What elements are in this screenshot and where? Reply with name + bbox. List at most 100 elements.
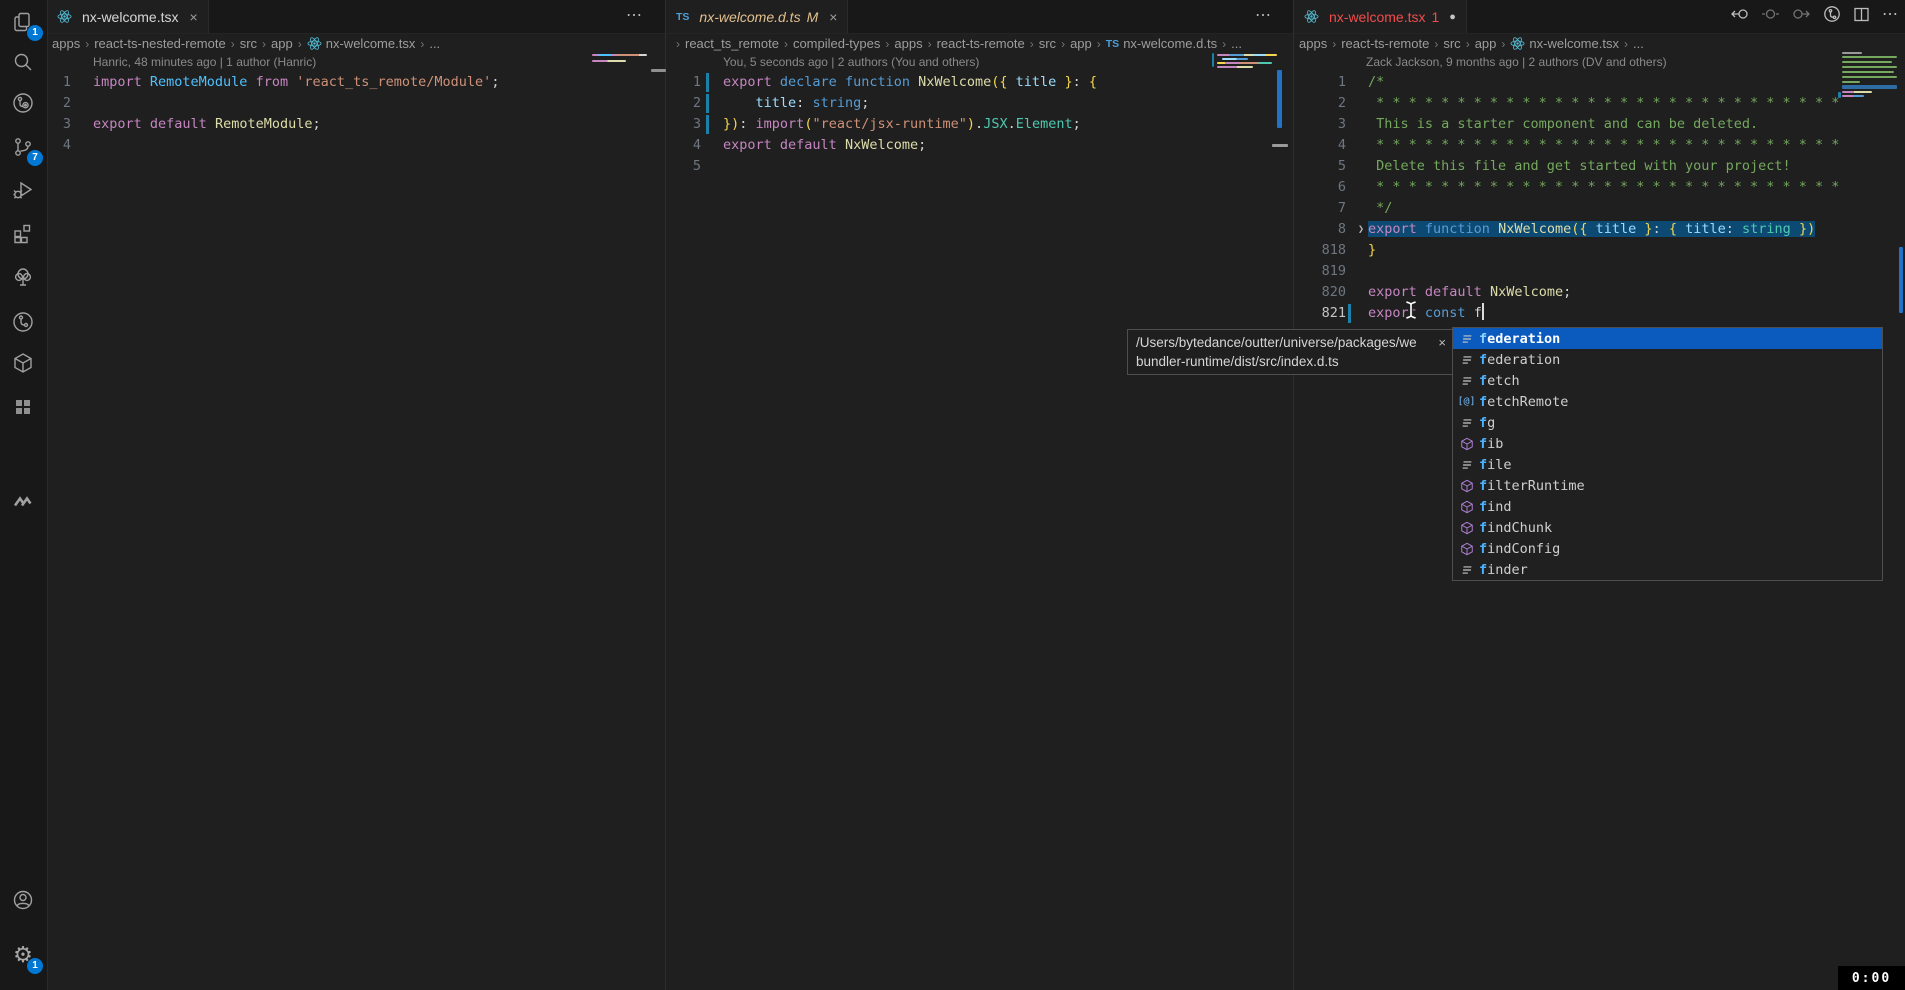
code-line[interactable]: 7 */ <box>1294 198 1905 219</box>
code-editor-1[interactable]: 1import RemoteModule from 'react_ts_remo… <box>47 72 665 156</box>
fold-gutter <box>1354 72 1368 93</box>
suggestion-item[interactable]: findConfig <box>1453 538 1882 559</box>
git-blame-codelens[interactable]: Hanric, 48 minutes ago | 1 author (Hanri… <box>47 53 665 72</box>
split-editor-icon[interactable] <box>1853 6 1870 23</box>
breadcrumb-item[interactable]: nx-welcome.tsx <box>1529 36 1619 51</box>
breadcrumb-item[interactable]: react-ts-nested-remote <box>94 36 226 51</box>
code-line[interactable]: 3 This is a starter component and can be… <box>1294 114 1905 135</box>
code-line[interactable]: 821export const f <box>1294 303 1905 324</box>
code-line[interactable]: 5 <box>666 156 1294 177</box>
code-line[interactable]: 8❯export function NxWelcome({ title }: {… <box>1294 219 1905 240</box>
suggestion-item[interactable]: filterRuntime <box>1453 475 1882 496</box>
tab-nx-welcome-tsx[interactable]: nx-welcome.tsx 1 ● <box>1294 0 1467 33</box>
breadcrumb-item[interactable]: react-ts-remote <box>1341 36 1429 51</box>
previous-change-icon[interactable] <box>1730 6 1749 22</box>
code-line[interactable]: 4 * * * * * * * * * * * * * * * * * * * … <box>1294 135 1905 156</box>
commit-graph-icon[interactable] <box>1823 5 1841 23</box>
source-control-icon[interactable]: 7 <box>0 125 46 169</box>
suggestion-item[interactable]: fetch <box>1453 370 1882 391</box>
dirty-dot-icon[interactable]: ● <box>1449 11 1456 23</box>
close-icon[interactable]: × <box>1438 333 1446 352</box>
react-icon <box>1304 9 1319 24</box>
tree-extension-icon[interactable] <box>0 255 46 299</box>
minimap-pane3[interactable] <box>1842 52 1862 54</box>
code-line[interactable]: 1import RemoteModule from 'react_ts_remo… <box>47 72 665 93</box>
suggestion-item[interactable]: federation <box>1453 328 1882 349</box>
code-line[interactable]: 4 <box>47 135 665 156</box>
suggestion-item[interactable]: find <box>1453 496 1882 517</box>
suggestion-item[interactable]: federation <box>1453 349 1882 370</box>
breadcrumb-item[interactable]: app <box>1475 36 1497 51</box>
gutter <box>1346 303 1354 324</box>
extensions-icon[interactable] <box>0 211 46 255</box>
tab-nx-welcome-dts[interactable]: TS nx-welcome.d.ts M × <box>666 0 848 33</box>
search-icon[interactable] <box>0 40 46 84</box>
commit-graph-extension-icon[interactable] <box>0 81 46 125</box>
suggestion-item[interactable]: fib <box>1453 433 1882 454</box>
code-line[interactable]: 2 title: string; <box>666 93 1294 114</box>
code-line[interactable]: 6 * * * * * * * * * * * * * * * * * * * … <box>1294 177 1905 198</box>
tab-nx-welcome-tsx-nested[interactable]: nx-welcome.tsx × <box>47 0 209 33</box>
git-blame-codelens[interactable]: You, 5 seconds ago | 2 authors (You and … <box>666 53 1294 72</box>
breadcrumb-item[interactable]: app <box>1070 36 1092 51</box>
minimap-slider-pane2[interactable] <box>1272 144 1288 147</box>
wave-extension-icon[interactable] <box>0 480 46 524</box>
suggestion-item[interactable]: file <box>1453 454 1882 475</box>
minimap-pane2[interactable] <box>1217 54 1277 56</box>
suggestion-item[interactable]: fg <box>1453 412 1882 433</box>
fold-chevron-icon[interactable]: ❯ <box>1354 219 1368 240</box>
code-editor-2[interactable]: 1export declare function NxWelcome({ tit… <box>666 72 1294 177</box>
code-line[interactable]: 4export default NxWelcome; <box>666 135 1294 156</box>
minimap-slider-pane1[interactable] <box>651 69 666 72</box>
gutter <box>71 114 93 135</box>
code-line[interactable]: 5 Delete this file and get started with … <box>1294 156 1905 177</box>
next-change-icon[interactable] <box>1792 6 1811 22</box>
breadcrumb-item[interactable]: compiled-types <box>793 36 880 51</box>
code-line[interactable]: 2 * * * * * * * * * * * * * * * * * * * … <box>1294 93 1905 114</box>
breadcrumb-item[interactable]: ... <box>1633 36 1644 51</box>
code-line[interactable]: 819 <box>1294 261 1905 282</box>
cube-extension-icon[interactable] <box>0 341 46 385</box>
code-editor-3[interactable]: 1/*2 * * * * * * * * * * * * * * * * * *… <box>1294 72 1905 324</box>
code-line[interactable]: 818} <box>1294 240 1905 261</box>
timeline-extension-icon[interactable] <box>0 300 46 344</box>
suggestion-item[interactable]: findChunk <box>1453 517 1882 538</box>
breadcrumb-item[interactable]: src <box>1039 36 1056 51</box>
line-number: 821 <box>1294 303 1346 324</box>
git-blame-codelens[interactable]: Zack Jackson, 9 months ago | 2 authors (… <box>1294 53 1905 72</box>
breadcrumb-item[interactable]: nx-welcome.tsx <box>326 36 416 51</box>
suggestion-item[interactable]: [@]fetchRemote <box>1453 391 1882 412</box>
code-line[interactable]: 2 <box>47 93 665 114</box>
tab-close-icon[interactable]: × <box>829 9 837 25</box>
code-line[interactable]: 3export default RemoteModule; <box>47 114 665 135</box>
breadcrumb-item[interactable]: apps <box>894 36 922 51</box>
minimap-pane3-line <box>1842 95 1864 97</box>
more-actions-icon[interactable]: ⋯ <box>626 5 643 25</box>
tab-close-icon[interactable]: × <box>189 9 197 25</box>
code-line[interactable]: 3}): import("react/jsx-runtime").JSX.Ele… <box>666 114 1294 135</box>
settings-gear-icon[interactable]: ⚙ 1 <box>0 933 46 977</box>
breadcrumb-item[interactable]: react-ts-remote <box>937 36 1025 51</box>
account-icon[interactable] <box>0 878 46 922</box>
overview-ruler-pane3[interactable] <box>1899 247 1903 313</box>
breadcrumb-item[interactable]: apps <box>52 36 80 51</box>
run-debug-icon[interactable] <box>0 168 46 212</box>
breadcrumb-item[interactable]: src <box>1443 36 1460 51</box>
more-actions-icon[interactable]: ⋯ <box>1255 5 1272 25</box>
breadcrumb-item[interactable]: ... <box>429 36 440 51</box>
breadcrumb-item[interactable]: apps <box>1299 36 1327 51</box>
breadcrumb-item[interactable]: react_ts_remote <box>685 36 779 51</box>
current-change-icon[interactable] <box>1761 6 1780 22</box>
minimap-pane1[interactable] <box>592 54 647 56</box>
code-line[interactable]: 1export declare function NxWelcome({ tit… <box>666 72 1294 93</box>
explorer-icon[interactable]: 1 <box>0 0 46 44</box>
more-actions-icon[interactable]: ⋯ <box>1882 4 1898 24</box>
breadcrumb-item[interactable]: ... <box>1231 36 1242 51</box>
suggestion-item[interactable]: finder <box>1453 559 1882 580</box>
code-line[interactable]: 820export default NxWelcome; <box>1294 282 1905 303</box>
breadcrumb-item[interactable]: app <box>271 36 293 51</box>
code-line[interactable]: 1/* <box>1294 72 1905 93</box>
breadcrumb-item[interactable]: nx-welcome.d.ts <box>1123 36 1217 51</box>
breadcrumb-item[interactable]: src <box>240 36 257 51</box>
grid-extension-icon[interactable] <box>0 385 46 429</box>
